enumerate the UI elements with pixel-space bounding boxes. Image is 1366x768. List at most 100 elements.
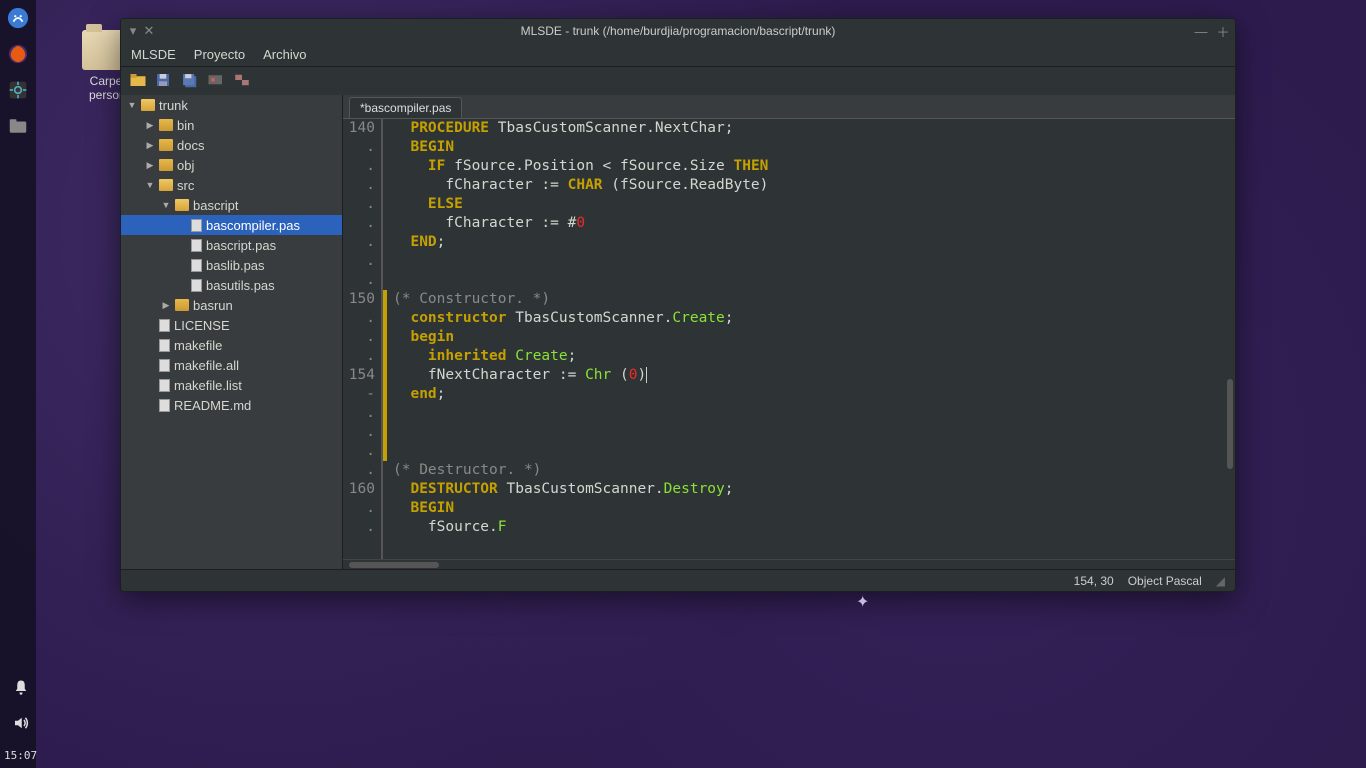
- line-number: 160: [343, 480, 375, 499]
- line-number: 154: [343, 366, 375, 385]
- menu-archivo[interactable]: Archivo: [263, 47, 306, 62]
- file-icon: [191, 259, 202, 272]
- tree-item-label: basrun: [193, 298, 233, 313]
- line-number: .: [343, 499, 375, 518]
- code-editor[interactable]: 140........150...154-....160.. PROCEDURE…: [343, 119, 1235, 559]
- tree-item-src[interactable]: ▼src: [121, 175, 342, 195]
- folder-icon: [175, 299, 189, 311]
- code-content[interactable]: PROCEDURE TbasCustomScanner.NextChar; BE…: [387, 119, 1235, 559]
- code-line[interactable]: [393, 442, 1235, 461]
- save-button[interactable]: [155, 72, 175, 90]
- code-line[interactable]: begin: [393, 328, 1235, 347]
- file-tab[interactable]: *bascompiler.pas: [349, 97, 462, 118]
- tree-item-README-md[interactable]: README.md: [121, 395, 342, 415]
- code-line[interactable]: DESTRUCTOR TbasCustomScanner.Destroy;: [393, 480, 1235, 499]
- tree-item-LICENSE[interactable]: LICENSE: [121, 315, 342, 335]
- code-line[interactable]: [393, 271, 1235, 290]
- code-line[interactable]: fCharacter := CHAR (fSource.ReadByte): [393, 176, 1235, 195]
- code-line[interactable]: (* Constructor. *): [393, 290, 1235, 309]
- vertical-scroll-thumb[interactable]: [1227, 379, 1233, 469]
- code-line[interactable]: fNextCharacter := Chr (0): [393, 366, 1235, 385]
- files-icon[interactable]: [6, 114, 30, 138]
- code-line[interactable]: IF fSource.Position < fSource.Size THEN: [393, 157, 1235, 176]
- tree-arrow-icon[interactable]: ▼: [161, 200, 171, 210]
- ide-window: ▾ ✕ MLSDE - trunk (/home/burdjia/program…: [120, 18, 1236, 592]
- line-number: .: [343, 138, 375, 157]
- line-number: 140: [343, 119, 375, 138]
- project-tree[interactable]: ▼trunk ▶ bin ▶docs▶obj▼src▼bascriptbascompi…: [121, 95, 343, 569]
- line-number: .: [343, 404, 375, 423]
- open-folder-button[interactable]: [129, 72, 149, 90]
- save-all-button[interactable]: [181, 72, 201, 90]
- file-icon: [159, 399, 170, 412]
- volume-icon[interactable]: [12, 714, 30, 735]
- tree-item-makefile-list[interactable]: makefile.list: [121, 375, 342, 395]
- tree-item-basrun[interactable]: ▶ basrun: [121, 295, 342, 315]
- code-line[interactable]: fSource.F: [393, 518, 1235, 537]
- tree-item-baslib-pas[interactable]: baslib.pas: [121, 255, 342, 275]
- tree-item-bascript[interactable]: ▼bascript: [121, 195, 342, 215]
- tree-item-bin[interactable]: ▶ bin: [121, 115, 342, 135]
- code-line[interactable]: BEGIN: [393, 138, 1235, 157]
- notification-icon[interactable]: [12, 679, 30, 700]
- line-number: .: [343, 271, 375, 290]
- tree-item-bascompiler-pas[interactable]: bascompiler.pas: [121, 215, 342, 235]
- file-icon: [191, 219, 202, 232]
- line-number: .: [343, 252, 375, 271]
- tree-arrow-icon[interactable]: ▶: [161, 300, 171, 311]
- tree-arrow-icon[interactable]: ▼: [127, 100, 137, 110]
- code-line[interactable]: (* Destructor. *): [393, 461, 1235, 480]
- file-icon: [159, 339, 170, 352]
- horizontal-scrollbar[interactable]: [343, 559, 1235, 569]
- close-icon[interactable]: ✕: [143, 25, 155, 37]
- menu-proyecto[interactable]: Proyecto: [194, 47, 245, 62]
- statusbar: 154, 30 Object Pascal ◢: [121, 569, 1235, 591]
- code-line[interactable]: ELSE: [393, 195, 1235, 214]
- menu-mlsde[interactable]: MLSDE: [131, 47, 176, 62]
- run-button[interactable]: [207, 72, 227, 90]
- tree-item-makefile-all[interactable]: makefile.all: [121, 355, 342, 375]
- tree-item-obj[interactable]: ▶obj: [121, 155, 342, 175]
- titlebar[interactable]: ▾ ✕ MLSDE - trunk (/home/burdjia/program…: [121, 19, 1235, 43]
- tree-item-label: bin: [177, 118, 194, 133]
- code-line[interactable]: [393, 423, 1235, 442]
- tree-item-trunk[interactable]: ▼trunk: [121, 95, 342, 115]
- tree-item-makefile[interactable]: makefile: [121, 335, 342, 355]
- folder-open-icon: [159, 179, 173, 191]
- code-line[interactable]: constructor TbasCustomScanner.Create;: [393, 309, 1235, 328]
- editor-panel: *bascompiler.pas 140........150...154-..…: [343, 95, 1235, 569]
- tree-arrow-icon[interactable]: ▶: [145, 140, 155, 151]
- code-line[interactable]: [393, 404, 1235, 423]
- horizontal-scroll-thumb[interactable]: [349, 562, 439, 568]
- language-mode[interactable]: Object Pascal: [1128, 574, 1202, 588]
- minimize-icon[interactable]: —: [1195, 25, 1207, 37]
- settings-icon[interactable]: [6, 78, 30, 102]
- firefox-icon[interactable]: [6, 42, 30, 66]
- code-line[interactable]: fCharacter := #0: [393, 214, 1235, 233]
- code-line[interactable]: end;: [393, 385, 1235, 404]
- vertical-scrollbar[interactable]: [1225, 179, 1233, 499]
- resize-grip-icon[interactable]: ◢: [1216, 574, 1225, 588]
- code-line[interactable]: END;: [393, 233, 1235, 252]
- code-line[interactable]: inherited Create;: [393, 347, 1235, 366]
- tree-item-label: makefile: [174, 338, 222, 353]
- maximize-icon[interactable]: ＋: [1217, 25, 1229, 37]
- tree-item-bascript-pas[interactable]: bascript.pas: [121, 235, 342, 255]
- xfce-menu-icon[interactable]: [6, 6, 30, 30]
- build-button[interactable]: [233, 72, 253, 90]
- line-number: .: [343, 442, 375, 461]
- tree-item-basutils-pas[interactable]: basutils.pas: [121, 275, 342, 295]
- code-line[interactable]: [393, 252, 1235, 271]
- tree-arrow-icon[interactable]: ▶: [145, 120, 155, 131]
- text-caret: [646, 367, 647, 383]
- tree-arrow-icon[interactable]: ▶: [145, 160, 155, 171]
- tree-arrow-icon[interactable]: ▼: [145, 180, 155, 190]
- code-line[interactable]: PROCEDURE TbasCustomScanner.NextChar;: [393, 119, 1235, 138]
- file-icon: [191, 239, 202, 252]
- clock[interactable]: 15:07: [4, 749, 37, 762]
- code-line[interactable]: BEGIN: [393, 499, 1235, 518]
- file-icon: [159, 379, 170, 392]
- tree-item-docs[interactable]: ▶docs: [121, 135, 342, 155]
- window-menu-icon[interactable]: ▾: [127, 25, 139, 37]
- folder-icon: [159, 139, 173, 151]
